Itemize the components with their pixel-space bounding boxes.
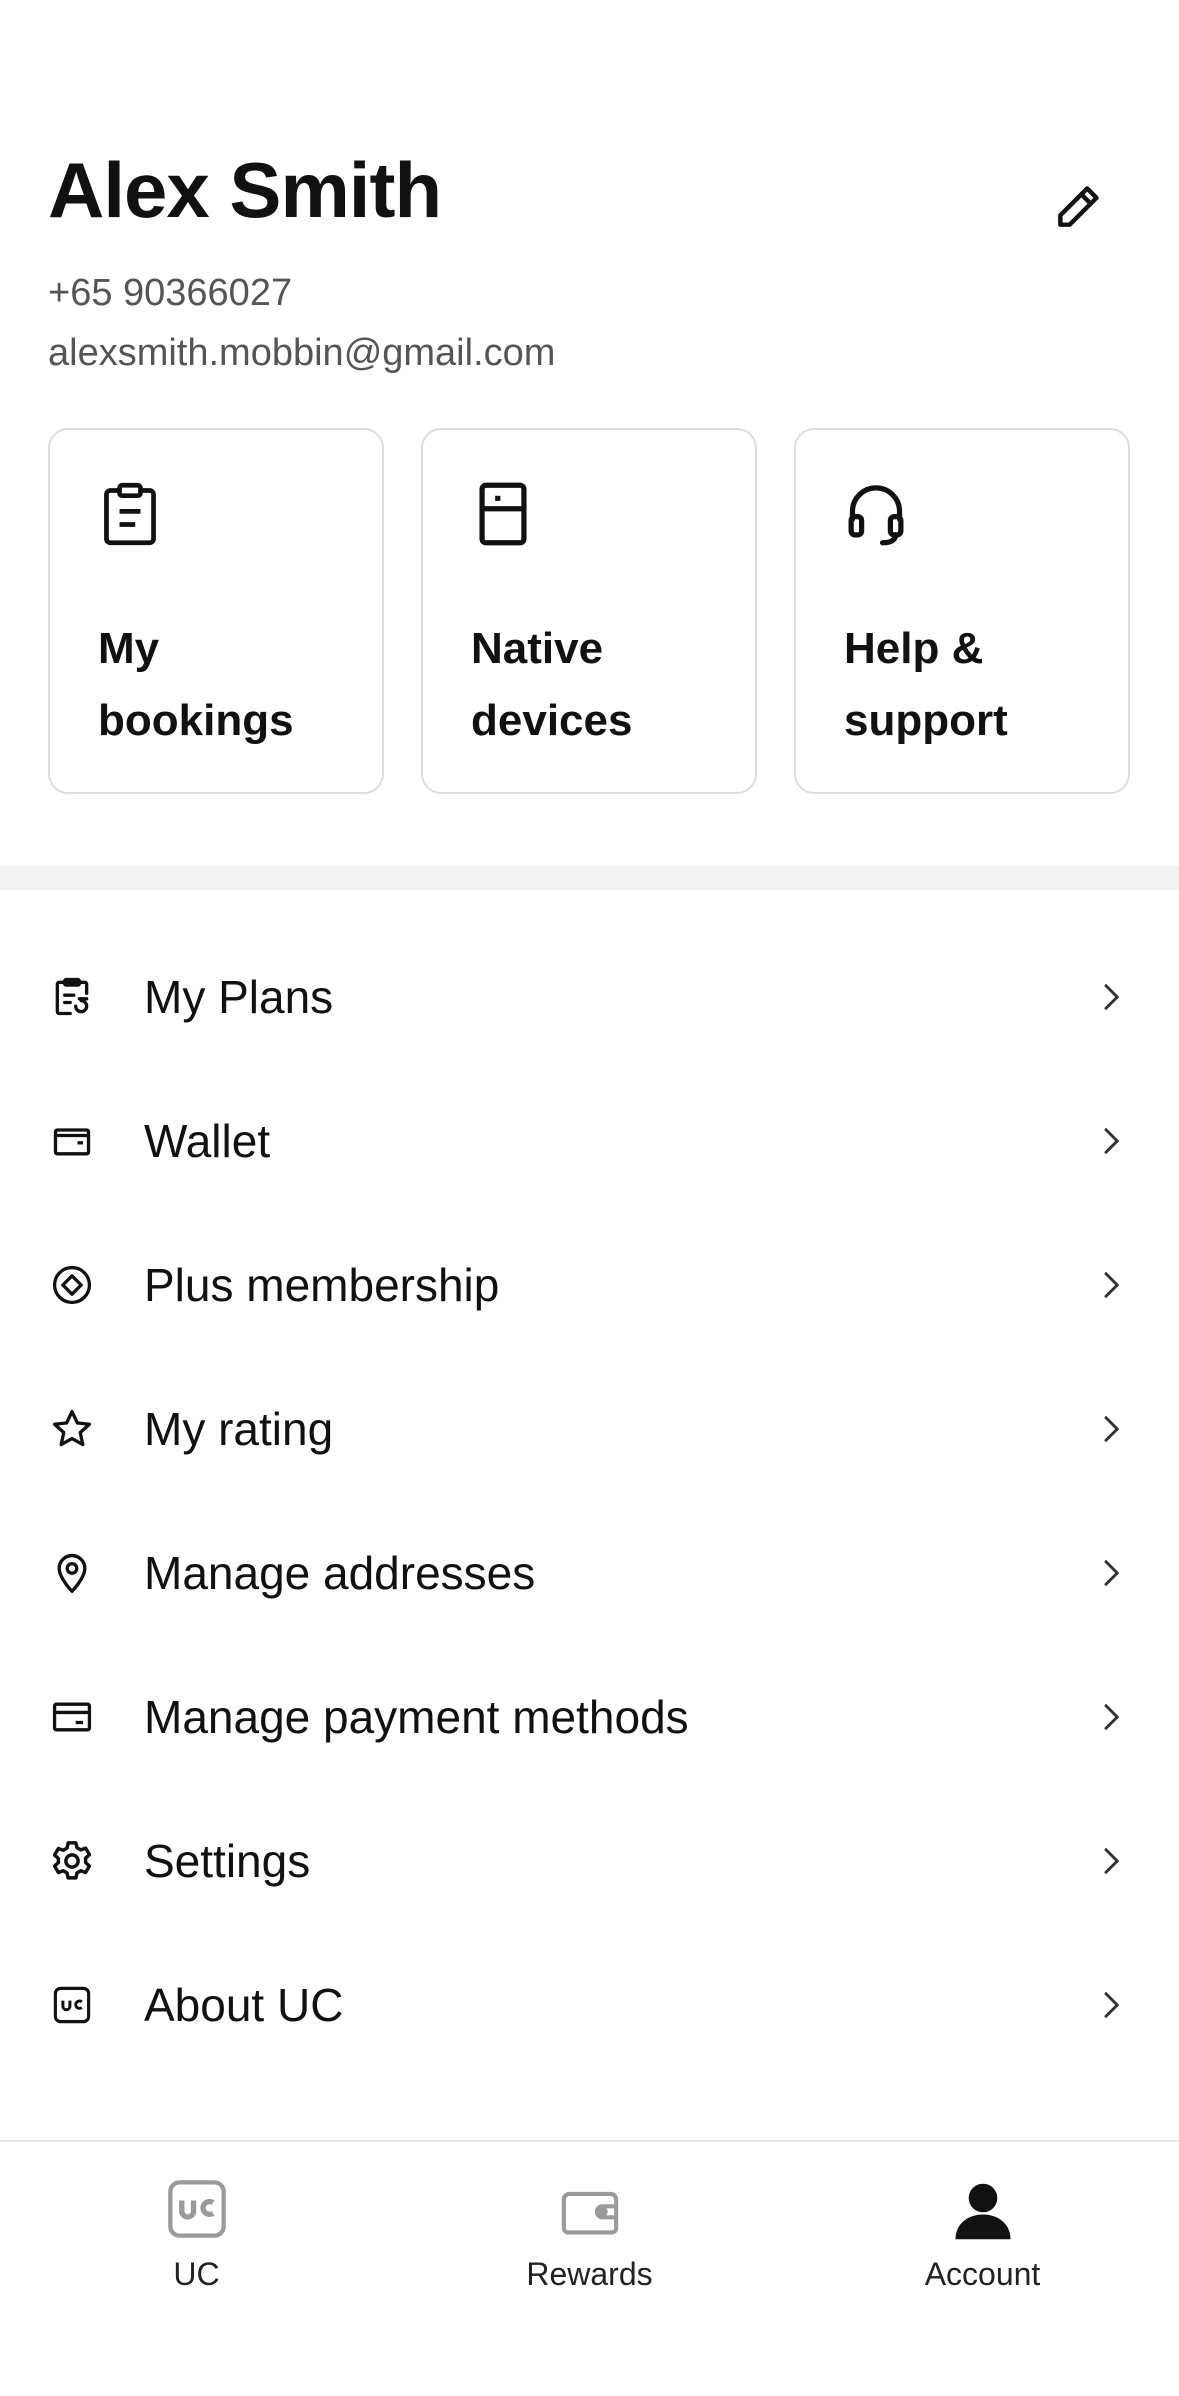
nav-label: UC (173, 2256, 220, 2292)
nav-item-rewards[interactable]: Rewards (393, 2142, 786, 2396)
star-icon (48, 1405, 96, 1453)
menu-item-my-plans[interactable]: My Plans (0, 925, 1179, 1069)
section-divider (0, 866, 1179, 890)
edit-profile-button[interactable] (1039, 166, 1119, 246)
chevron-right-icon (1091, 1985, 1131, 2025)
profile-email: alexsmith.mobbin@gmail.com (48, 332, 556, 374)
menu-item-my-rating[interactable]: My rating (0, 1357, 1179, 1501)
chevron-right-icon (1091, 1841, 1131, 1881)
menu-item-plus-membership[interactable]: Plus membership (0, 1213, 1179, 1357)
card-label-line2: devices (471, 696, 633, 745)
menu-item-label: Settings (144, 1835, 311, 1887)
card-label-line2: support (844, 696, 1008, 745)
menu-item-wallet[interactable]: Wallet (0, 1069, 1179, 1213)
card-help-support[interactable]: Help & support (794, 428, 1130, 794)
person-icon (948, 2174, 1018, 2244)
menu-item-label: Manage addresses (144, 1547, 536, 1599)
menu-item-label: My Plans (144, 971, 334, 1023)
nav-item-account[interactable]: Account (786, 2142, 1179, 2396)
menu-item-label: Wallet (144, 1115, 271, 1167)
menu-item-label: About UC (144, 1979, 344, 2031)
menu-item-about-uc[interactable]: About UC (0, 1933, 1179, 2077)
quick-actions: My bookings Native devices Help & suppor… (48, 428, 1131, 794)
nav-label: Rewards (526, 2256, 653, 2292)
menu-item-manage-addresses[interactable]: Manage addresses (0, 1501, 1179, 1645)
account-page: Alex Smith +65 90366027 alexsmith.mobbin… (0, 0, 1179, 2396)
plans-icon (48, 973, 96, 1021)
menu-item-settings[interactable]: Settings (0, 1789, 1179, 1933)
account-menu: My Plans Wallet Plus membership My ratin… (0, 925, 1179, 2077)
profile-header: Alex Smith +65 90366027 alexsmith.mobbin… (48, 140, 1131, 378)
location-pin-icon (48, 1549, 96, 1597)
wallet-icon (48, 1117, 96, 1165)
wallet-icon (555, 2174, 625, 2244)
card-label-line1: My (98, 624, 160, 673)
menu-item-label: Manage payment methods (144, 1691, 689, 1743)
chevron-right-icon (1091, 1697, 1131, 1737)
chevron-right-icon (1091, 1121, 1131, 1161)
nav-label: Account (924, 2256, 1041, 2292)
uc-logo-icon (162, 2174, 232, 2244)
fridge-icon (479, 482, 527, 546)
headset-icon (848, 485, 904, 546)
menu-item-manage-payment-methods[interactable]: Manage payment methods (0, 1645, 1179, 1789)
chevron-right-icon (1091, 1553, 1131, 1593)
gear-icon (48, 1837, 96, 1885)
uc-logo-icon (48, 1981, 96, 2029)
menu-item-label: My rating (144, 1403, 334, 1455)
nav-item-uc[interactable]: UC (0, 2142, 393, 2396)
clipboard-icon (104, 482, 156, 546)
card-label-line1: Native (471, 624, 604, 673)
pencil-icon (1058, 186, 1099, 227)
card-label-line1: Help & (844, 624, 984, 673)
bottom-nav: UC Rewards Account (0, 2140, 1179, 2396)
card-native-devices[interactable]: Native devices (421, 428, 757, 794)
profile-phone: +65 90366027 (48, 272, 293, 314)
chevron-right-icon (1091, 1409, 1131, 1449)
chevron-right-icon (1091, 977, 1131, 1017)
menu-item-label: Plus membership (144, 1259, 500, 1311)
chevron-right-icon (1091, 1265, 1131, 1305)
membership-icon (48, 1261, 96, 1309)
card-label-line2: bookings (98, 696, 294, 745)
card-icon (48, 1693, 96, 1741)
profile-name: Alex Smith (48, 146, 442, 234)
card-my-bookings[interactable]: My bookings (48, 428, 384, 794)
